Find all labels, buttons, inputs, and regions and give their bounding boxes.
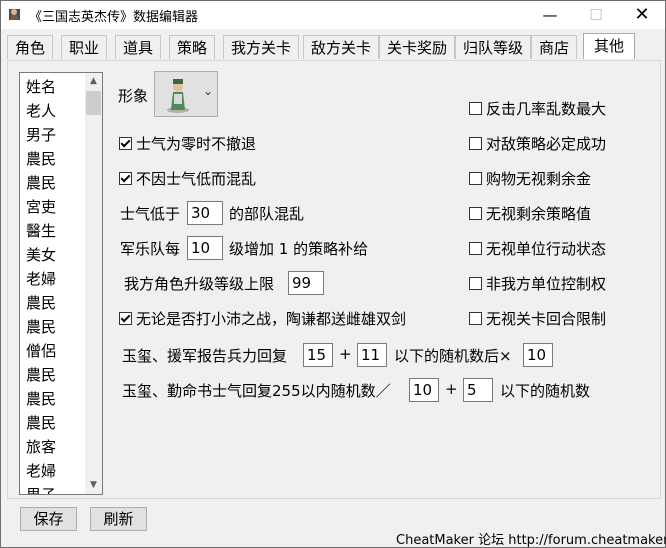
ignore-sp-checkbox[interactable]: [469, 207, 482, 220]
level-cap-label: 我方角色升级等级上限: [124, 275, 275, 293]
band-level-input[interactable]: [187, 236, 223, 260]
list-item[interactable]: 農民: [26, 171, 56, 195]
app-icon: [7, 6, 23, 22]
formula2-prefix: 玉玺、勤命书士气回复255以内随机数／: [122, 382, 391, 400]
list-item[interactable]: 農民: [26, 411, 56, 435]
formula1-input-a[interactable]: [303, 343, 333, 367]
morale-below-prefix: 士气低于: [120, 205, 181, 223]
morale-below-input[interactable]: [187, 201, 223, 225]
band-prefix: 军乐队每: [120, 240, 181, 258]
formula1-input-c[interactable]: [523, 343, 553, 367]
list-item[interactable]: 老人: [26, 99, 56, 123]
formula2-input-b[interactable]: [463, 378, 493, 402]
image-select[interactable]: ⌄: [154, 71, 218, 117]
list-item[interactable]: 醫生: [26, 219, 56, 243]
counter-rate-label: 反击几率乱数最大: [486, 100, 607, 118]
scroll-thumb[interactable]: [86, 91, 101, 115]
image-label: 形象: [118, 87, 149, 105]
character-listbox[interactable]: 姓名 老人 男子 農民 農民 宮吏 醫生 美女 老婦 農民 農民 僧侶 農民 農民 農民 旅客 老婦 男子 ▲ ▼: [19, 72, 103, 495]
maximize-button[interactable]: ☐: [573, 1, 619, 29]
strategy-success-checkbox[interactable]: [469, 137, 482, 150]
list-item[interactable]: 男子: [26, 483, 56, 494]
band-suffix: 级增加 1 的策略补给: [229, 240, 369, 258]
list-item[interactable]: 姓名: [26, 75, 56, 99]
morale-zero-label: 士气为零时不撤退: [136, 135, 257, 153]
ignore-gold-label: 购物无视剩余金: [486, 170, 592, 188]
list-item[interactable]: 僧侶: [26, 339, 56, 363]
tab-rejoin-level[interactable]: 归队等级: [455, 35, 531, 59]
counter-rate-checkbox[interactable]: [469, 102, 482, 115]
morale-below-suffix: 的部队混乱: [229, 205, 305, 223]
tab-our-stages[interactable]: 我方关卡: [223, 35, 299, 59]
minimize-button[interactable]: —: [527, 1, 573, 29]
tab-character[interactable]: 角色: [7, 35, 53, 59]
list-item[interactable]: 農民: [26, 291, 56, 315]
ignore-gold-checkbox[interactable]: [469, 172, 482, 185]
formula2-input-a[interactable]: [409, 378, 439, 402]
list-item[interactable]: 農民: [26, 315, 56, 339]
list-item[interactable]: 男子: [26, 123, 56, 147]
control-enemy-checkbox[interactable]: [469, 277, 482, 290]
scroll-up-icon[interactable]: ▲: [85, 73, 102, 90]
formula1-input-b[interactable]: [357, 343, 387, 367]
ignore-sp-label: 无视剩余策略值: [486, 205, 592, 223]
tab-enemy-stages[interactable]: 敌方关卡: [303, 35, 379, 59]
list-item[interactable]: 農民: [26, 387, 56, 411]
list-item[interactable]: 老婦: [26, 267, 56, 291]
character-list: 姓名 老人 男子 農民 農民 宮吏 醫生 美女 老婦 農民 農民 僧侶 農民 農民 農民 旅客 老婦 男子: [26, 75, 56, 494]
ignore-action-label: 无视单位行动状态: [486, 240, 607, 258]
no-confusion-label: 不因士气低而混乱: [136, 170, 257, 188]
save-button[interactable]: 保存: [20, 507, 77, 531]
list-item[interactable]: 農民: [26, 363, 56, 387]
close-button[interactable]: ✕: [619, 1, 665, 29]
tab-class[interactable]: 职业: [61, 35, 107, 59]
list-item[interactable]: 旅客: [26, 435, 56, 459]
tab-stage-rewards[interactable]: 关卡奖励: [379, 35, 455, 59]
morale-zero-checkbox[interactable]: [119, 137, 132, 150]
refresh-button[interactable]: 刷新: [90, 507, 147, 531]
xiaopei-label: 无论是否打小沛之战，陶谦都送雌雄双剑: [136, 310, 407, 328]
list-item[interactable]: 農民: [26, 147, 56, 171]
strategy-success-label: 对敌策略必定成功: [486, 135, 607, 153]
tab-items[interactable]: 道具: [115, 35, 161, 59]
no-confusion-checkbox[interactable]: [119, 172, 132, 185]
window-title: 《三国志英杰传》数据编辑器: [29, 10, 199, 25]
tab-shop[interactable]: 商店: [531, 35, 577, 59]
portrait-icon: [167, 79, 189, 113]
level-cap-input[interactable]: [288, 271, 324, 295]
chevron-down-icon: ⌄: [203, 84, 214, 98]
list-scrollbar[interactable]: ▲ ▼: [85, 73, 102, 494]
ignore-turn-limit-checkbox[interactable]: [469, 312, 482, 325]
formula1-mid: 以下的随机数后×: [394, 347, 512, 365]
ignore-turn-limit-label: 无视关卡回合限制: [486, 310, 607, 328]
formula2-suffix: 以下的随机数: [500, 382, 591, 400]
tab-other[interactable]: 其他: [583, 33, 635, 59]
scroll-down-icon[interactable]: ▼: [85, 477, 102, 494]
tab-strategy[interactable]: 策略: [169, 35, 215, 59]
app-window: 《三国志英杰传》数据编辑器 — ☐ ✕ 角色 职业 道具 策略 我方关卡 敌方关…: [0, 0, 666, 548]
formula1-plus: +: [339, 345, 352, 363]
list-item[interactable]: 美女: [26, 243, 56, 267]
formula1-prefix: 玉玺、援军报告兵力回复: [122, 347, 288, 365]
list-item[interactable]: 老婦: [26, 459, 56, 483]
title-bar: 《三国志英杰传》数据编辑器 — ☐ ✕: [1, 1, 665, 29]
control-enemy-label: 非我方单位控制权: [486, 275, 607, 293]
formula2-plus: +: [445, 380, 458, 398]
xiaopei-checkbox[interactable]: [119, 312, 132, 325]
ignore-action-checkbox[interactable]: [469, 242, 482, 255]
list-item[interactable]: 宮吏: [26, 195, 56, 219]
forum-link[interactable]: CheatMaker 论坛 http://forum.cheatmaker.or…: [396, 529, 666, 548]
